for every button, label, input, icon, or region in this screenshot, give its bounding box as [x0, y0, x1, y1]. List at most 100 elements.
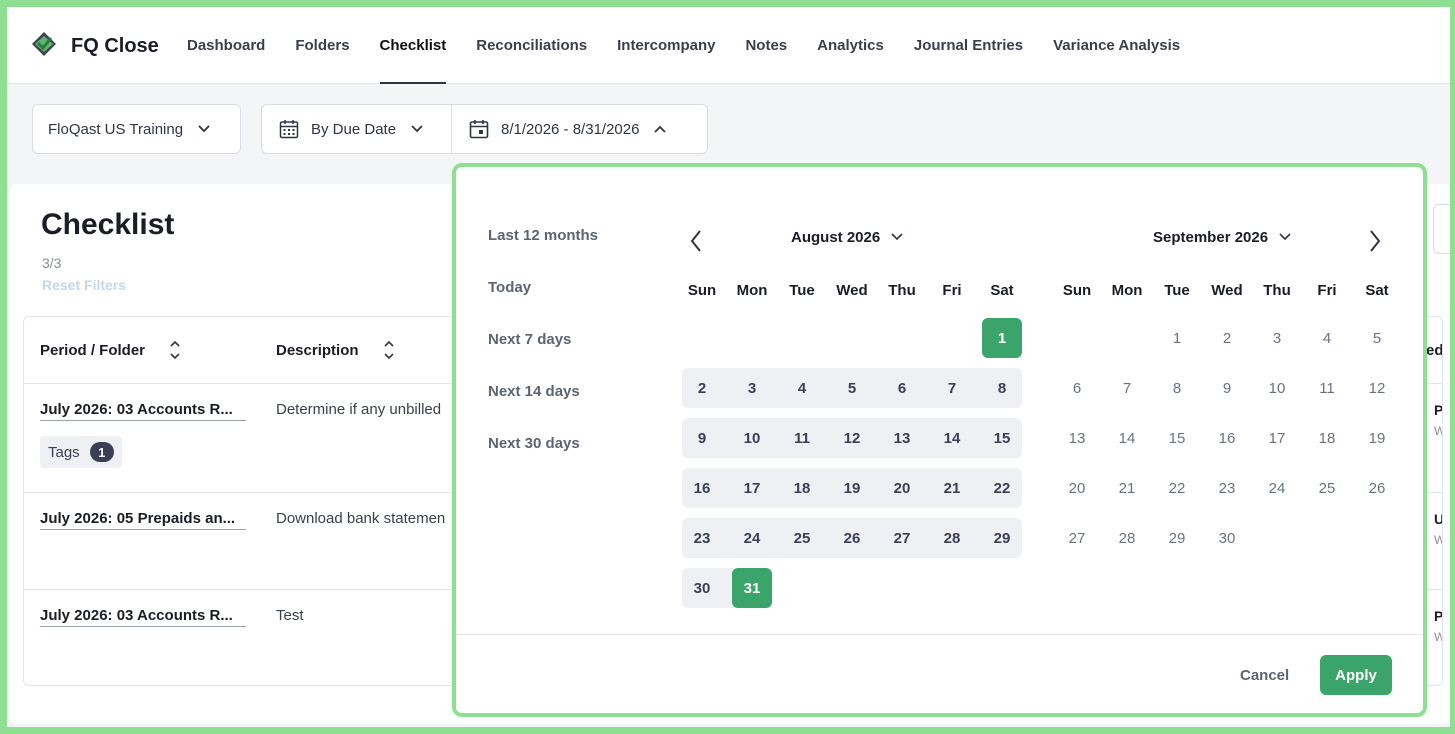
september-day[interactable]: 24 [1257, 468, 1297, 508]
august-day[interactable]: 8 [982, 368, 1022, 408]
september-day[interactable]: 21 [1107, 468, 1147, 508]
september-day[interactable]: 16 [1207, 418, 1247, 458]
column-header-description[interactable]: Description [276, 317, 395, 383]
august-day[interactable]: 23 [682, 518, 722, 558]
nav-analytics[interactable]: Analytics [802, 7, 899, 84]
row-substatus: Waiti [1434, 630, 1442, 644]
august-day[interactable]: 9 [682, 418, 722, 458]
august-day[interactable]: 13 [882, 418, 922, 458]
app-logo[interactable]: FQ Close [31, 31, 159, 62]
reset-filters-link[interactable]: Reset Filters [42, 277, 126, 293]
september-day[interactable]: 7 [1107, 368, 1147, 408]
previous-month-button[interactable] [689, 229, 703, 253]
date-mode-select[interactable]: By Due Date [261, 104, 452, 154]
september-day[interactable]: 6 [1057, 368, 1097, 408]
september-day[interactable]: 28 [1107, 518, 1147, 558]
nav-intercompany[interactable]: Intercompany [602, 7, 730, 84]
september-day[interactable]: 4 [1307, 318, 1347, 358]
left-month-select[interactable]: August 2026 [791, 229, 904, 246]
quick-range-option[interactable]: Next 30 days [488, 435, 580, 452]
september-day[interactable]: 22 [1157, 468, 1197, 508]
september-day[interactable]: 9 [1207, 368, 1247, 408]
apply-button[interactable]: Apply [1320, 655, 1392, 695]
sort-icon[interactable] [169, 339, 181, 361]
row-period-link[interactable]: July 2026: 05 Prepaids an... [40, 510, 246, 530]
august-day[interactable]: 28 [932, 518, 972, 558]
august-day[interactable]: 29 [982, 518, 1022, 558]
august-day[interactable]: 2 [682, 368, 722, 408]
tags-label: Tags [48, 443, 80, 461]
august-day[interactable]: 6 [882, 368, 922, 408]
september-day[interactable]: 5 [1357, 318, 1397, 358]
august-day[interactable]: 31 [732, 568, 772, 608]
august-day[interactable]: 4 [782, 368, 822, 408]
september-day[interactable]: 12 [1357, 368, 1397, 408]
right-month-select[interactable]: September 2026 [1153, 229, 1292, 246]
chevron-up-icon [653, 121, 667, 138]
september-day[interactable]: 13 [1057, 418, 1097, 458]
quick-range-option[interactable]: Last 12 months [488, 227, 598, 244]
september-day[interactable]: 2 [1207, 318, 1247, 358]
september-day[interactable]: 10 [1257, 368, 1297, 408]
august-day[interactable]: 11 [782, 418, 822, 458]
quick-range-option[interactable]: Next 14 days [488, 383, 580, 400]
september-day[interactable]: 8 [1157, 368, 1197, 408]
august-day[interactable]: 7 [932, 368, 972, 408]
august-day[interactable]: 3 [732, 368, 772, 408]
next-month-button[interactable] [1368, 229, 1382, 253]
september-day[interactable]: 25 [1307, 468, 1347, 508]
panel-action-button[interactable] [1433, 204, 1455, 254]
august-day[interactable]: 24 [732, 518, 772, 558]
september-day[interactable]: 3 [1257, 318, 1297, 358]
row-description: Determine if any unbilled [276, 401, 442, 418]
august-day[interactable]: 25 [782, 518, 822, 558]
september-day[interactable]: 14 [1107, 418, 1147, 458]
august-day[interactable]: 18 [782, 468, 822, 508]
september-day[interactable]: 27 [1057, 518, 1097, 558]
august-day[interactable]: 20 [882, 468, 922, 508]
tags-chip[interactable]: Tags 1 [40, 436, 122, 468]
sort-icon[interactable] [383, 339, 395, 361]
cancel-button[interactable]: Cancel [1240, 667, 1289, 684]
september-day[interactable]: 20 [1057, 468, 1097, 508]
nav-notes[interactable]: Notes [730, 7, 802, 84]
nav-dashboard[interactable]: Dashboard [172, 7, 280, 84]
column-header-period[interactable]: Period / Folder [40, 317, 181, 383]
nav-variance-analysis[interactable]: Variance Analysis [1038, 7, 1195, 84]
quick-range-option[interactable]: Next 7 days [488, 331, 571, 348]
quick-range-option[interactable]: Today [488, 279, 531, 296]
august-day[interactable]: 17 [732, 468, 772, 508]
september-day[interactable]: 1 [1157, 318, 1197, 358]
august-day[interactable]: 16 [682, 468, 722, 508]
row-period-link[interactable]: July 2026: 03 Accounts R... [40, 607, 246, 627]
august-day[interactable]: 26 [832, 518, 872, 558]
august-day[interactable]: 19 [832, 468, 872, 508]
september-day[interactable]: 29 [1157, 518, 1197, 558]
september-day[interactable]: 26 [1357, 468, 1397, 508]
august-day[interactable]: 27 [882, 518, 922, 558]
nav-reconciliations[interactable]: Reconciliations [461, 7, 602, 84]
august-day[interactable]: 10 [732, 418, 772, 458]
entity-select[interactable]: FloQast US Training [32, 104, 241, 154]
august-day[interactable]: 21 [932, 468, 972, 508]
september-day[interactable]: 18 [1307, 418, 1347, 458]
nav-folders[interactable]: Folders [280, 7, 364, 84]
august-day[interactable]: 1 [982, 318, 1022, 358]
row-period-link[interactable]: July 2026: 03 Accounts R... [40, 401, 246, 421]
september-day[interactable]: 30 [1207, 518, 1247, 558]
nav-checklist[interactable]: Checklist [365, 7, 462, 84]
september-day[interactable]: 11 [1307, 368, 1347, 408]
nav-tabs: Dashboard Folders Checklist Reconciliations… [172, 7, 1195, 84]
august-day[interactable]: 5 [832, 368, 872, 408]
september-day[interactable]: 17 [1257, 418, 1297, 458]
september-day[interactable]: 23 [1207, 468, 1247, 508]
august-day[interactable]: 30 [682, 568, 722, 608]
august-day[interactable]: 15 [982, 418, 1022, 458]
date-range-button[interactable]: 8/1/2026 - 8/31/2026 [451, 104, 708, 154]
august-day[interactable]: 12 [832, 418, 872, 458]
september-day[interactable]: 15 [1157, 418, 1197, 458]
september-day[interactable]: 19 [1357, 418, 1397, 458]
august-day[interactable]: 22 [982, 468, 1022, 508]
august-day[interactable]: 14 [932, 418, 972, 458]
nav-journal-entries[interactable]: Journal Entries [899, 7, 1038, 84]
